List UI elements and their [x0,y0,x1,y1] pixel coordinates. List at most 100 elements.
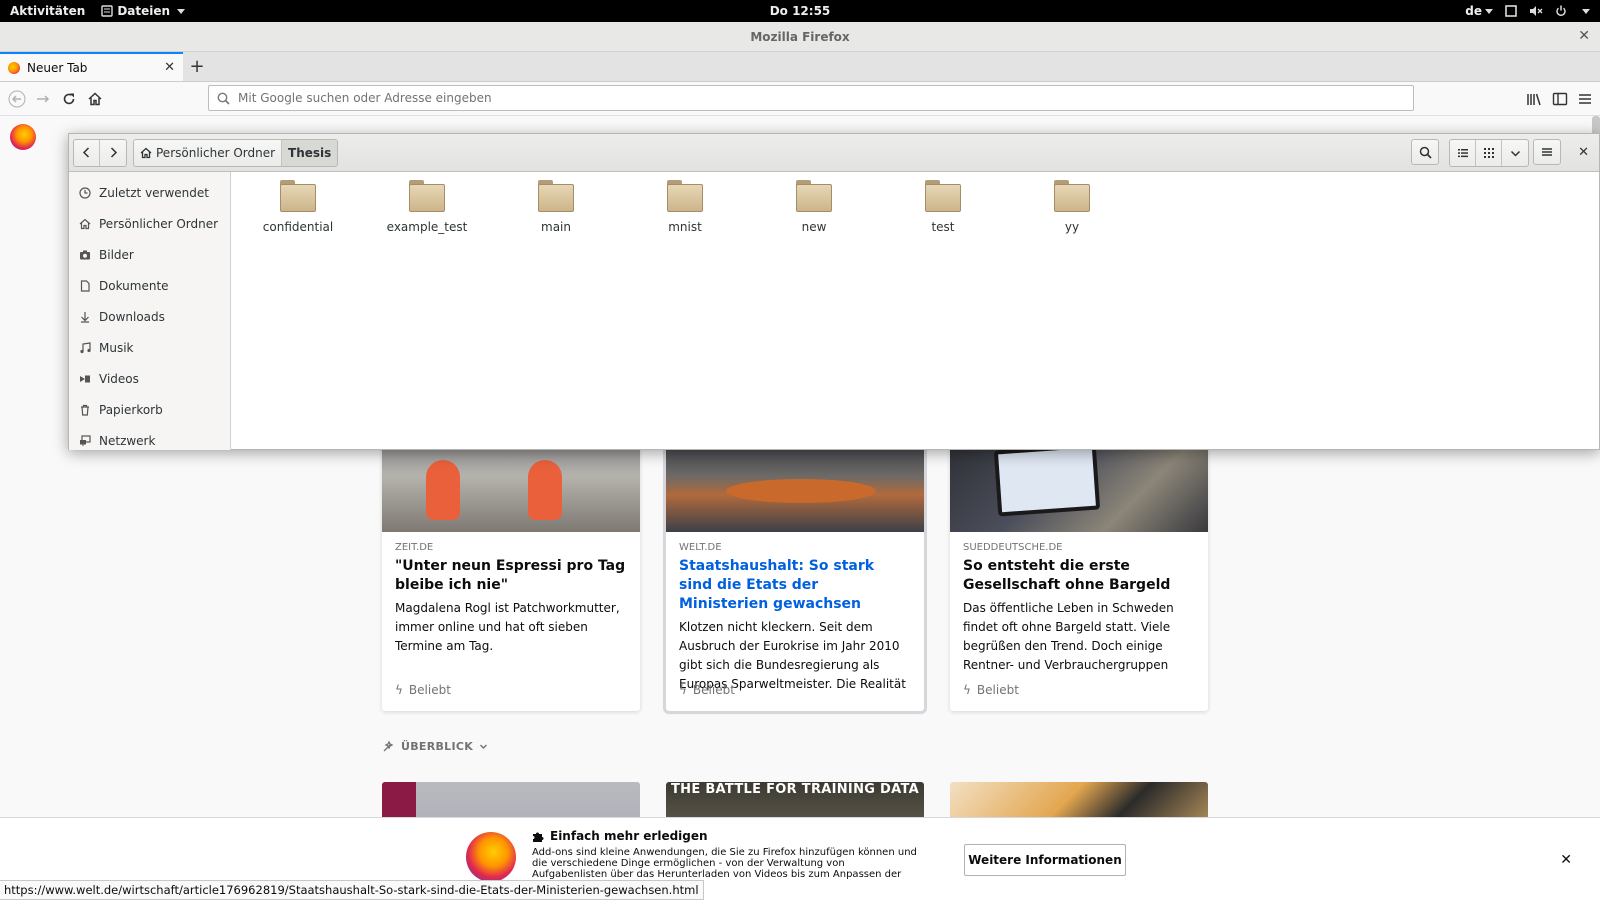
home-button[interactable] [82,86,108,112]
folder-item[interactable]: confidential [243,180,353,234]
window-title: Mozilla Firefox [750,29,850,44]
tab-close-icon[interactable]: ✕ [164,60,175,75]
arrow-right-icon [37,94,50,103]
sidebar-item-home[interactable]: Persönlicher Ordner [69,208,230,239]
story-card[interactable]: SUEDDEUTSCHE.DE So entsteht die erste Ge… [950,439,1208,711]
volume-muted-icon[interactable] [1529,5,1543,17]
story-context-label: Beliebt [408,683,451,697]
sidebar-item-documents[interactable]: Dokumente [69,270,230,301]
folder-item[interactable]: new [759,180,869,234]
document-icon [79,279,91,292]
folder-item[interactable]: main [501,180,611,234]
highlight-card-image-text: THE BATTLE FOR TRAINING DATA [670,782,920,797]
system-menu-chevron-icon[interactable] [1582,8,1590,14]
list-view-button[interactable] [1450,140,1476,166]
app-menu-label: Dateien [117,4,171,18]
search-button[interactable] [1411,139,1439,165]
menu-button[interactable] [1533,139,1561,165]
power-icon[interactable] [1555,5,1567,17]
sidebar-item-trash[interactable]: Papierkorb [69,394,230,425]
clock[interactable]: Do 12:55 [770,4,831,18]
gnome-top-bar: Aktivitäten Dateien Do 12:55 de [0,0,1600,22]
chair-shape [426,460,460,520]
grid-icon [1483,148,1494,158]
tab-new-tab[interactable]: Neuer Tab ✕ [0,52,183,81]
firefox-logo-icon [466,832,516,882]
network-icon [79,434,91,447]
story-card[interactable]: WELT.DE Staatshaushalt: So stark sind di… [666,439,924,711]
forward-button[interactable] [100,140,126,166]
sidebar-item-downloads[interactable]: Downloads [69,301,230,332]
folder-icon [667,180,703,212]
path-current-button[interactable]: Thesis [282,139,338,166]
reload-button[interactable] [56,86,82,112]
sidebar-item-label: Zuletzt verwendet [99,185,209,200]
arrow-left-icon [8,90,26,107]
chevron-left-icon [82,147,90,158]
folder-name: new [801,220,827,234]
view-options-button[interactable] [1502,140,1528,166]
folder-name: main [541,220,571,234]
path-home-button[interactable]: Persönlicher Ordner [134,139,283,166]
folder-icon [538,180,574,212]
window-indicator-icon[interactable] [1505,5,1517,17]
sidebar-item-pictures[interactable]: Bilder [69,239,230,270]
folder-item[interactable]: yy [1017,180,1127,234]
folder-item[interactable]: example_test [372,180,482,234]
status-link-url: https://www.welt.de/wirtschaft/article17… [0,880,704,900]
story-thumbnail [382,439,640,532]
history-buttons [73,138,127,167]
folder-item[interactable]: test [888,180,998,234]
home-icon [88,91,102,105]
story-context: ϟ Beliebt [679,683,735,697]
back-button[interactable] [74,139,100,166]
story-card[interactable]: ZEIT.DE "Unter neun Espressi pro Tag ble… [382,439,640,711]
bolt-icon: ϟ [395,683,403,697]
notification-close-button[interactable]: ✕ [1560,852,1572,868]
window-close-button[interactable]: ✕ [1578,28,1590,44]
sidebar-item-network[interactable]: Netzwerk [69,425,230,450]
story-thumbnail [666,439,924,532]
tab-title: Neuer Tab [27,60,88,75]
folder-item[interactable]: mnist [630,180,740,234]
dialog-close-button[interactable]: ✕ [1578,145,1589,160]
sidebar-icon[interactable] [1552,92,1568,106]
activities-button[interactable]: Aktivitäten [0,4,95,18]
sidebar-item-videos[interactable]: Videos [69,363,230,394]
folder-icon [925,180,961,212]
chevron-down-icon [177,8,186,14]
story-excerpt: Magdalena Rogl ist Patchworkmutter, imme… [395,601,620,653]
story-headline[interactable]: So entsteht die erste Gesellschaft ohne … [963,557,1195,595]
chevron-down-icon [480,744,488,749]
library-icon[interactable] [1526,92,1542,106]
story-context-label: Beliebt [692,683,735,697]
forward-button[interactable] [30,86,56,112]
path-home-label: Persönlicher Ordner [156,145,276,160]
more-info-button[interactable]: Weitere Informationen [964,844,1126,876]
new-tab-button[interactable]: + [183,52,211,81]
app-menu[interactable]: Dateien [95,4,191,18]
story-headline[interactable]: Staatshaushalt: So stark sind die Etats … [679,557,911,614]
story-headline[interactable]: "Unter neun Espressi pro Tag bleibe ich … [395,557,627,595]
file-grid: confidential example_test main mnist new… [231,172,1599,450]
folder-icon [280,180,316,212]
firefox-favicon-icon [8,61,20,74]
card-image-stripe [382,782,416,817]
url-bar[interactable]: Mit Google suchen oder Adresse eingeben [208,85,1414,111]
sidebar-item-recent[interactable]: Zuletzt verwendet [69,177,230,208]
bolt-icon: ϟ [679,683,687,697]
sidebar-item-music[interactable]: Musik [69,332,230,363]
tab-strip: Neuer Tab ✕ + [0,52,1600,82]
sidebar-item-label: Dokumente [99,278,169,293]
back-button[interactable] [4,86,30,112]
home-icon [140,147,152,158]
search-icon [217,92,230,105]
highlights-section-title[interactable]: ÜBERBLICK [382,740,488,753]
folder-name: test [931,220,955,234]
grid-view-button[interactable] [1476,140,1502,166]
chair-shape [528,460,562,520]
story-thumbnail [950,439,1208,532]
hamburger-menu-icon[interactable] [1578,92,1592,106]
keyboard-layout-indicator[interactable]: de [1465,4,1493,18]
list-icon [1457,149,1468,158]
